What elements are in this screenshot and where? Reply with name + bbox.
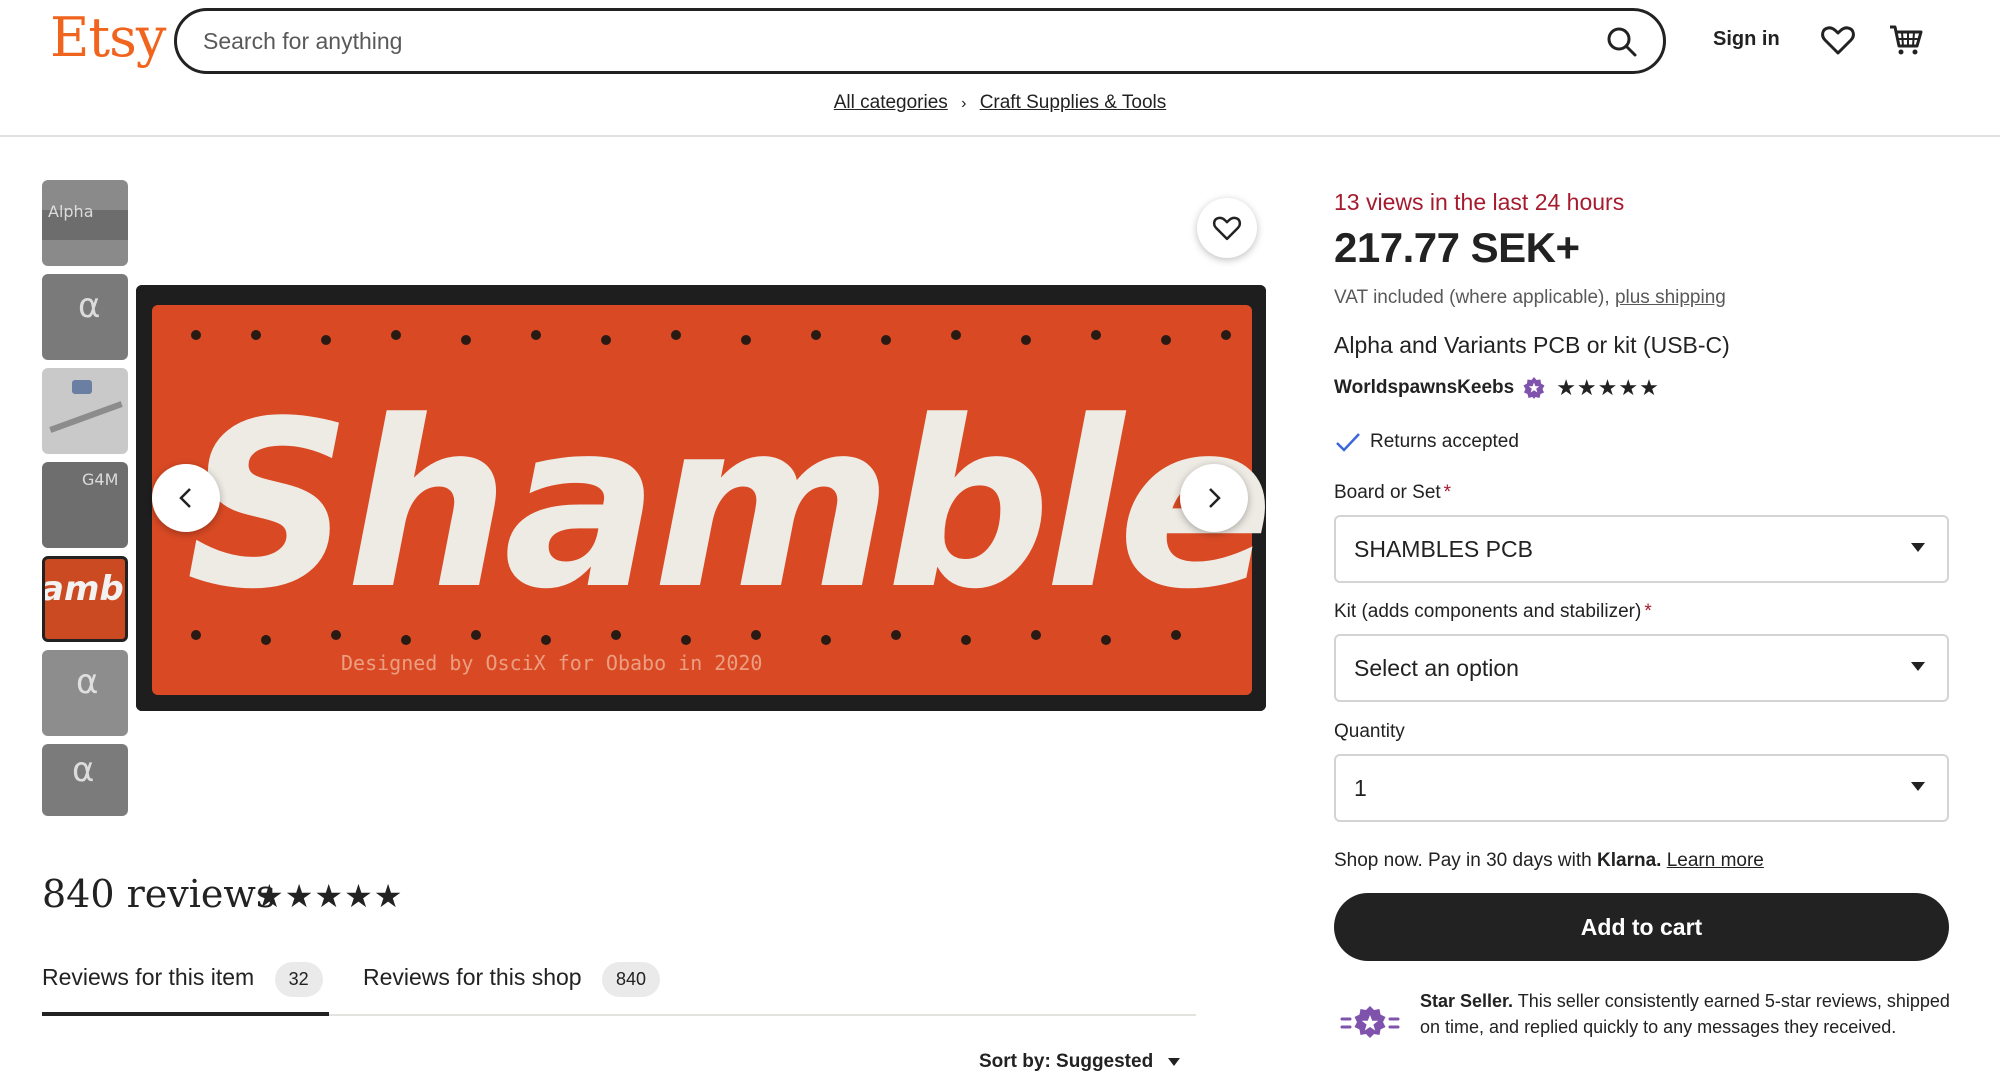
tab-reviews-shop[interactable]: Reviews for this shop 840 bbox=[363, 962, 661, 997]
favorite-button[interactable] bbox=[1197, 198, 1257, 258]
pcb-logo-text: Shambles bbox=[186, 373, 1266, 640]
add-to-cart-button[interactable]: Add to cart bbox=[1334, 893, 1949, 961]
tab-label: Reviews for this shop bbox=[363, 964, 582, 990]
thumbnail-1[interactable]: Alpha bbox=[42, 180, 128, 266]
star-seller-description: Star Seller. This seller consistently ea… bbox=[1420, 988, 1960, 1040]
thumbnail-3[interactable] bbox=[42, 368, 128, 454]
board-label-text: Board or Set bbox=[1334, 482, 1441, 503]
search-bar[interactable] bbox=[174, 8, 1666, 74]
thumbnail-label: amb bbox=[42, 569, 124, 609]
pcb-photo: Shambles Designed by OsciX for Obabo in … bbox=[136, 285, 1266, 711]
search-button[interactable] bbox=[1599, 19, 1645, 65]
tab-count-badge: 32 bbox=[274, 962, 323, 997]
main-product-image[interactable]: Shambles Designed by OsciX for Obabo in … bbox=[136, 285, 1266, 711]
thumbnail-5[interactable]: amb bbox=[42, 556, 128, 642]
previous-image-button[interactable] bbox=[152, 464, 220, 532]
site-header: Etsy Sign in All categories › Craft Supp… bbox=[0, 0, 2000, 137]
thumbnail-4[interactable]: G4M bbox=[42, 462, 128, 548]
reviews-count-heading: 840 reviews bbox=[42, 872, 276, 916]
kit-field-label: Kit (adds components and stabilizer) * bbox=[1334, 601, 1652, 623]
thumbnail-label: G4M bbox=[82, 470, 119, 489]
caret-down-icon bbox=[1168, 1057, 1181, 1066]
caret-down-icon bbox=[1911, 662, 1925, 671]
sign-in-link[interactable]: Sign in bbox=[1713, 28, 1780, 51]
review-stars: ★★★★★ bbox=[255, 878, 404, 914]
sort-label: Sort by: Suggested bbox=[979, 1051, 1154, 1072]
tab-active-indicator bbox=[42, 1012, 329, 1016]
klarna-text: Shop now. Pay in 30 days with bbox=[1334, 850, 1592, 871]
search-input[interactable] bbox=[203, 23, 1503, 59]
returns-label: Returns accepted bbox=[1370, 431, 1519, 452]
board-select-value: SHAMBLES PCB bbox=[1354, 535, 1533, 562]
breadcrumb: All categories › Craft Supplies & Tools bbox=[0, 92, 2000, 114]
search-icon bbox=[1607, 27, 1637, 57]
kit-select[interactable]: Select an option bbox=[1334, 634, 1949, 702]
board-field-label: Board or Set * bbox=[1334, 482, 1451, 504]
thumbnail-label: α bbox=[76, 662, 99, 702]
vat-notice: VAT included (where applicable), plus sh… bbox=[1334, 287, 1726, 309]
caret-down-icon bbox=[1911, 543, 1925, 552]
star-seller-title: Star Seller. bbox=[1420, 991, 1514, 1011]
etsy-logo[interactable]: Etsy bbox=[50, 6, 166, 69]
kit-select-value: Select an option bbox=[1354, 654, 1519, 681]
heart-icon bbox=[1212, 216, 1242, 241]
plus-shipping-link[interactable]: plus shipping bbox=[1615, 287, 1726, 308]
shop-rating-stars: ★★★★★ bbox=[1556, 375, 1660, 400]
required-marker: * bbox=[1644, 601, 1652, 622]
views-notice: 13 views in the last 24 hours bbox=[1334, 189, 1625, 215]
checkmark-icon bbox=[1336, 433, 1360, 452]
learn-more-link[interactable]: Learn more bbox=[1667, 850, 1764, 871]
breadcrumb-craft-supplies[interactable]: Craft Supplies & Tools bbox=[980, 92, 1167, 113]
thumbnail-7[interactable]: α bbox=[42, 744, 128, 816]
sort-dropdown[interactable]: Sort by: Suggested bbox=[979, 1051, 1181, 1073]
chevron-right-icon: › bbox=[961, 95, 967, 112]
shop-name-link[interactable]: WorldspawnsKeebs bbox=[1334, 377, 1514, 399]
klarna-brand: Klarna. bbox=[1597, 850, 1662, 871]
breadcrumb-all-categories[interactable]: All categories bbox=[834, 92, 948, 113]
thumbnail-label: Alpha bbox=[48, 202, 94, 221]
caret-down-icon bbox=[1911, 782, 1925, 791]
kit-label-text: Kit (adds components and stabilizer) bbox=[1334, 601, 1642, 622]
tab-reviews-item[interactable]: Reviews for this item 32 bbox=[42, 962, 323, 997]
cart-icon[interactable] bbox=[1888, 22, 1924, 58]
tab-label: Reviews for this item bbox=[42, 964, 255, 990]
quantity-select-value: 1 bbox=[1354, 774, 1367, 801]
product-price: 217.77 SEK+ bbox=[1334, 224, 1580, 271]
product-title: Alpha and Variants PCB or kit (USB-C) bbox=[1334, 332, 1730, 358]
chevron-left-icon bbox=[179, 488, 191, 508]
star-seller-badge-icon bbox=[1523, 377, 1545, 399]
board-select[interactable]: SHAMBLES PCB bbox=[1334, 515, 1949, 583]
quantity-field-label: Quantity bbox=[1334, 721, 1405, 742]
required-marker: * bbox=[1443, 482, 1452, 503]
returns-policy: Returns accepted bbox=[1334, 430, 1519, 454]
tab-count-badge: 840 bbox=[601, 962, 661, 997]
star-seller-icon bbox=[1340, 1006, 1400, 1038]
pcb-caption: Designed by OsciX for Obabo in 2020 bbox=[341, 651, 762, 675]
heart-icon[interactable] bbox=[1820, 22, 1856, 58]
thumbnail-2[interactable]: α bbox=[42, 274, 128, 360]
thumbnail-label: α bbox=[78, 286, 101, 326]
klarna-notice: Shop now. Pay in 30 days with Klarna. Le… bbox=[1334, 850, 1764, 872]
next-image-button[interactable] bbox=[1180, 464, 1248, 532]
shop-info: WorldspawnsKeebs ★★★★★ bbox=[1334, 375, 1660, 401]
thumbnail-6[interactable]: α bbox=[42, 650, 128, 736]
vat-text: VAT included (where applicable), bbox=[1334, 287, 1610, 308]
chevron-right-icon bbox=[1209, 488, 1221, 508]
thumbnail-label: α bbox=[72, 750, 95, 790]
quantity-select[interactable]: 1 bbox=[1334, 754, 1949, 822]
